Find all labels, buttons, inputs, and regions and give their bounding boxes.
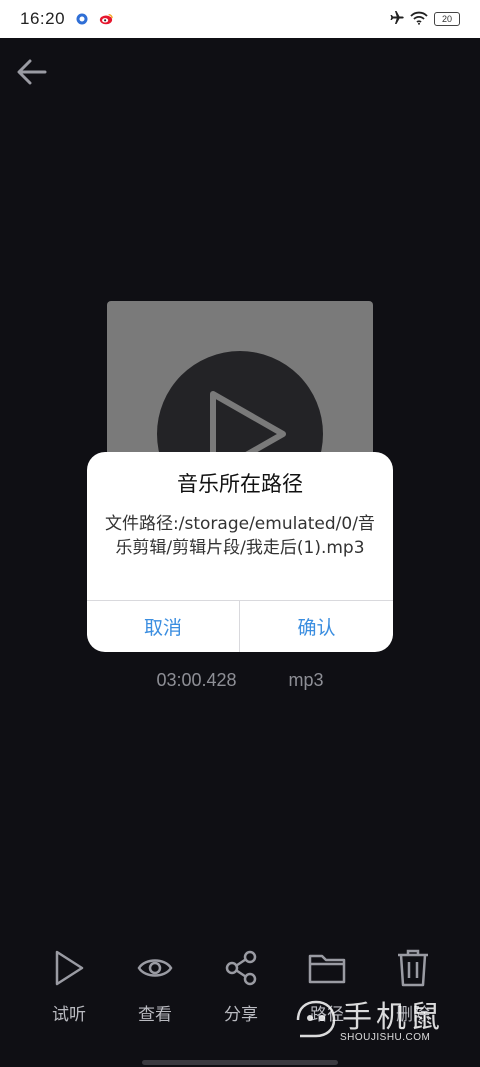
cancel-button[interactable]: 取消 <box>87 601 239 652</box>
watermark-brand: 手机鼠 <box>342 1000 444 1035</box>
watermark: 手机鼠 SHOUJISHU.COM <box>292 990 472 1050</box>
watermark-domain: SHOUJISHU.COM <box>340 1032 431 1043</box>
confirm-button[interactable]: 确认 <box>240 601 393 652</box>
path-dialog: 音乐所在路径 文件路径:/storage/emulated/0/音乐剪辑/剪辑片… <box>87 452 393 652</box>
dialog-message: 文件路径:/storage/emulated/0/音乐剪辑/剪辑片段/我走后(1… <box>105 514 375 558</box>
mouse-logo-icon <box>296 1000 336 1038</box>
dialog-title: 音乐所在路径 <box>177 472 303 496</box>
